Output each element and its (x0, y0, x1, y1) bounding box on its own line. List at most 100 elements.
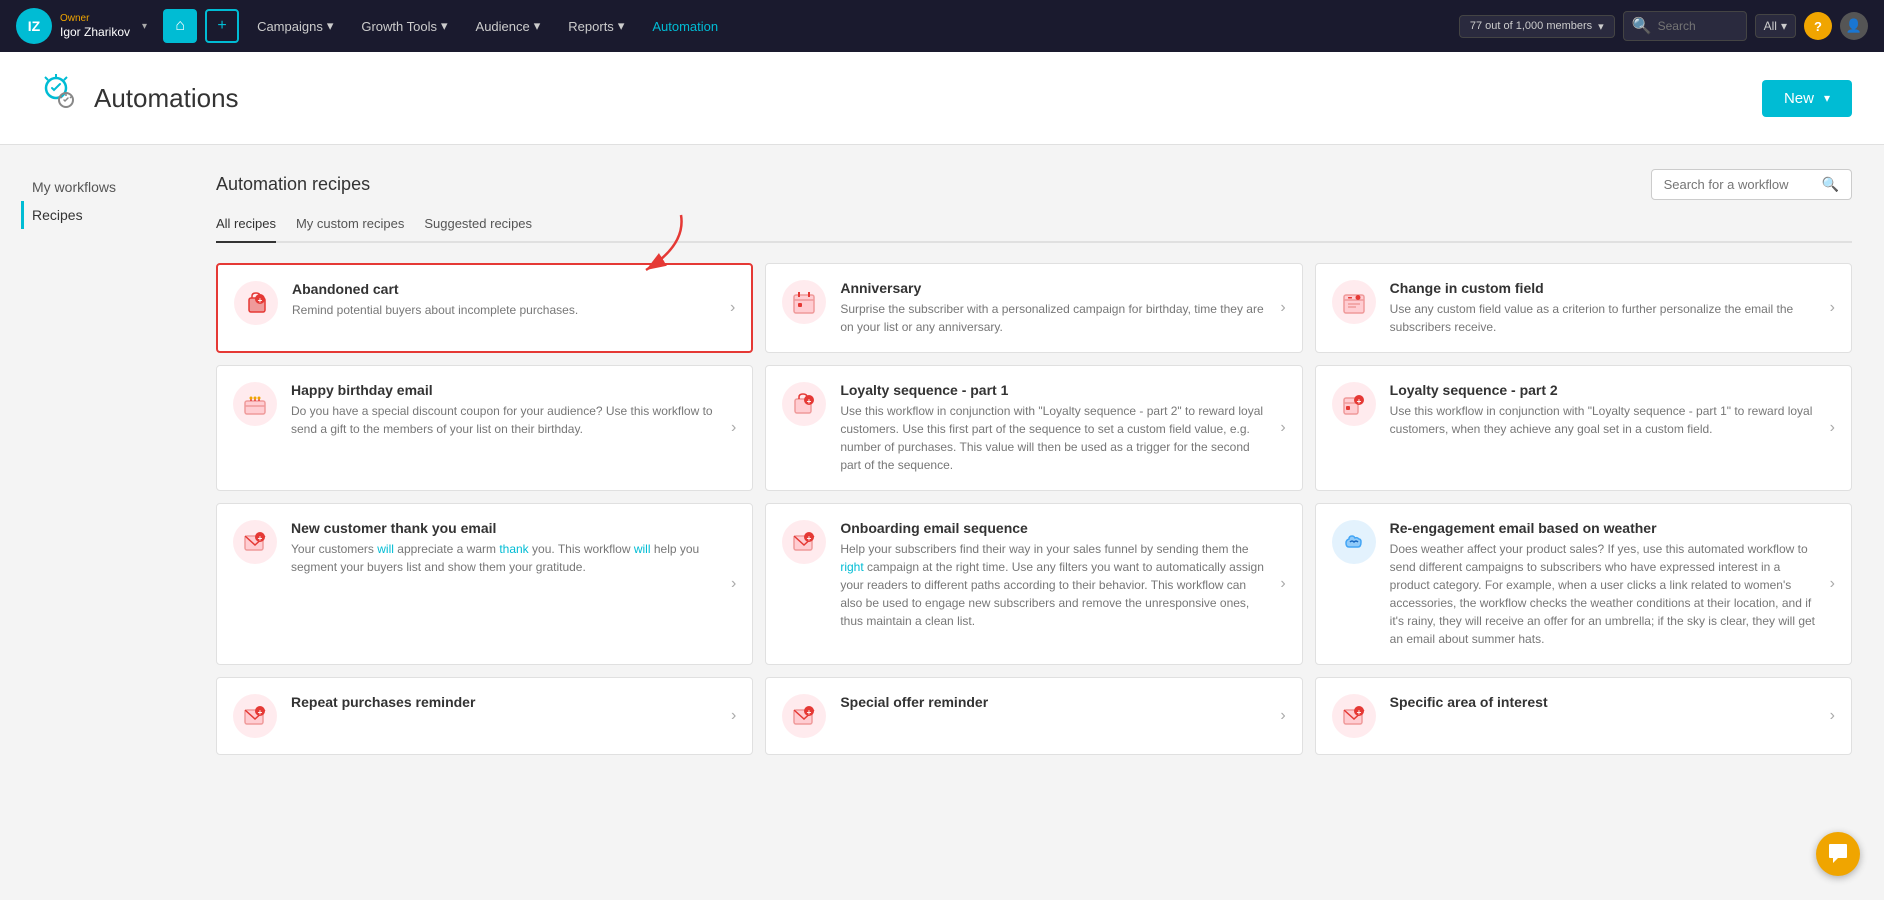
search-workflow[interactable]: 🔍 (1651, 169, 1852, 200)
add-button[interactable]: + (205, 9, 239, 43)
user-account-button[interactable]: 👤 (1840, 12, 1868, 40)
nav-campaigns[interactable]: Campaigns ▾ (247, 18, 343, 34)
members-chevron: ▾ (1598, 20, 1604, 33)
birthday-icon (233, 382, 277, 426)
recipe-card-special-offer[interactable]: + Special offer reminder › (765, 677, 1302, 755)
nav-automation[interactable]: Automation (642, 19, 728, 34)
loyalty2-content: Loyalty sequence - part 2 Use this workf… (1390, 382, 1816, 438)
birthday-content: Happy birthday email Do you have a speci… (291, 382, 717, 438)
recipe-card-onboarding[interactable]: + Onboarding email sequence Help your su… (765, 503, 1302, 665)
svg-text:+: + (258, 296, 263, 305)
onboarding-icon: + (782, 520, 826, 564)
loyalty2-name: Loyalty sequence - part 2 (1390, 382, 1816, 398)
onboarding-arrow: › (1280, 575, 1285, 593)
abandoned-cart-icon: + (234, 281, 278, 325)
search-workflow-input[interactable] (1664, 177, 1814, 192)
recipe-card-new-customer[interactable]: + New customer thank you email Your cust… (216, 503, 753, 665)
new-customer-icon: + (233, 520, 277, 564)
custom-field-arrow: › (1830, 299, 1835, 317)
page-header: Automations New ▾ (0, 52, 1884, 145)
tab-custom-recipes[interactable]: My custom recipes (296, 216, 404, 241)
reengagement-arrow: › (1830, 575, 1835, 593)
anniversary-name: Anniversary (840, 280, 1266, 296)
new-button[interactable]: New ▾ (1762, 80, 1852, 117)
loyalty2-icon: + (1332, 382, 1376, 426)
abandoned-cart-arrow: › (730, 299, 735, 317)
automations-icon (32, 70, 80, 126)
anniversary-arrow: › (1280, 299, 1285, 317)
loyalty2-arrow: › (1830, 419, 1835, 437)
onboarding-content: Onboarding email sequence Help your subs… (840, 520, 1266, 630)
search-filter-chevron: ▾ (1781, 19, 1787, 33)
top-navigation: IZ Owner Igor Zharikov ▾ ⌂ + Campaigns ▾… (0, 0, 1884, 52)
reports-chevron: ▾ (618, 18, 625, 34)
search-box[interactable]: 🔍 (1623, 11, 1747, 41)
recipe-card-custom-field[interactable]: Change in custom field Use any custom fi… (1315, 263, 1852, 353)
special-offer-name: Special offer reminder (840, 694, 1266, 710)
growth-tools-chevron: ▾ (441, 18, 448, 34)
recipe-card-birthday[interactable]: Happy birthday email Do you have a speci… (216, 365, 753, 491)
svg-text:+: + (807, 708, 812, 717)
svg-text:+: + (258, 708, 263, 717)
new-customer-name: New customer thank you email (291, 520, 717, 536)
recipe-card-reengagement[interactable]: Re-engagement email based on weather Doe… (1315, 503, 1852, 665)
recipe-card-repeat-purchases[interactable]: + Repeat purchases reminder › (216, 677, 753, 755)
nav-audience[interactable]: Audience ▾ (466, 18, 551, 34)
svg-text:+: + (258, 534, 263, 543)
recipe-card-abandoned-cart[interactable]: + Abandoned cart Remind potential buyers… (216, 263, 753, 353)
anniversary-content: Anniversary Surprise the subscriber with… (840, 280, 1266, 336)
custom-field-name: Change in custom field (1390, 280, 1816, 296)
repeat-purchases-arrow: › (731, 707, 736, 725)
main-content: My workflows Recipes Automation recipes … (0, 145, 1884, 779)
nav-growth-tools[interactable]: Growth Tools ▾ (351, 18, 457, 34)
sidebar-item-my-workflows[interactable]: My workflows (32, 173, 192, 201)
anniversary-desc: Surprise the subscriber with a personali… (840, 300, 1266, 336)
recipe-card-loyalty2[interactable]: + Loyalty sequence - part 2 Use this wor… (1315, 365, 1852, 491)
loyalty1-content: Loyalty sequence - part 1 Use this workf… (840, 382, 1266, 474)
svg-text:+: + (1356, 397, 1361, 406)
search-filter[interactable]: All ▾ (1755, 14, 1796, 38)
user-dropdown-chevron[interactable]: ▾ (142, 21, 147, 32)
recipe-card-anniversary[interactable]: Anniversary Surprise the subscriber with… (765, 263, 1302, 353)
loyalty1-name: Loyalty sequence - part 1 (840, 382, 1266, 398)
members-count[interactable]: 77 out of 1,000 members ▾ (1459, 15, 1615, 38)
campaigns-chevron: ▾ (327, 18, 334, 34)
special-offer-icon: + (782, 694, 826, 738)
new-button-chevron: ▾ (1824, 91, 1830, 105)
chat-button[interactable] (1816, 832, 1860, 876)
recipe-card-specific-area[interactable]: + Specific area of interest › (1315, 677, 1852, 755)
abandoned-cart-name: Abandoned cart (292, 281, 716, 297)
tab-suggested-recipes[interactable]: Suggested recipes (424, 216, 532, 241)
loyalty1-icon: + (782, 382, 826, 426)
new-customer-arrow: › (731, 575, 736, 593)
search-input[interactable] (1658, 19, 1738, 33)
custom-field-icon (1332, 280, 1376, 324)
special-offer-arrow: › (1280, 707, 1285, 725)
repeat-purchases-content: Repeat purchases reminder (291, 694, 717, 714)
search-workflow-icon: 🔍 (1822, 176, 1839, 193)
recipe-card-loyalty1[interactable]: + Loyalty sequence - part 1 Use this wor… (765, 365, 1302, 491)
home-button[interactable]: ⌂ (163, 9, 197, 43)
loyalty1-arrow: › (1280, 419, 1285, 437)
svg-text:+: + (807, 397, 812, 406)
page-title: Automations (94, 83, 1762, 114)
tab-all-recipes[interactable]: All recipes (216, 216, 276, 243)
custom-field-desc: Use any custom field value as a criterio… (1390, 300, 1816, 336)
new-customer-desc: Your customers will appreciate a warm th… (291, 540, 717, 576)
loyalty1-desc: Use this workflow in conjunction with "L… (840, 402, 1266, 474)
svg-text:+: + (1356, 708, 1361, 717)
audience-chevron: ▾ (534, 18, 541, 34)
reengagement-desc: Does weather affect your product sales? … (1390, 540, 1816, 648)
repeat-purchases-name: Repeat purchases reminder (291, 694, 717, 710)
reengagement-content: Re-engagement email based on weather Doe… (1390, 520, 1816, 648)
specific-area-icon: + (1332, 694, 1376, 738)
recipe-tabs: All recipes My custom recipes Suggested … (216, 216, 1852, 243)
birthday-desc: Do you have a special discount coupon fo… (291, 402, 717, 438)
sidebar-item-recipes[interactable]: Recipes (21, 201, 192, 229)
nav-reports[interactable]: Reports ▾ (558, 18, 634, 34)
birthday-name: Happy birthday email (291, 382, 717, 398)
abandoned-cart-content: Abandoned cart Remind potential buyers a… (292, 281, 716, 319)
recipe-grid: + Abandoned cart Remind potential buyers… (216, 263, 1852, 755)
help-button[interactable]: ? (1804, 12, 1832, 40)
avatar[interactable]: IZ (16, 8, 52, 44)
